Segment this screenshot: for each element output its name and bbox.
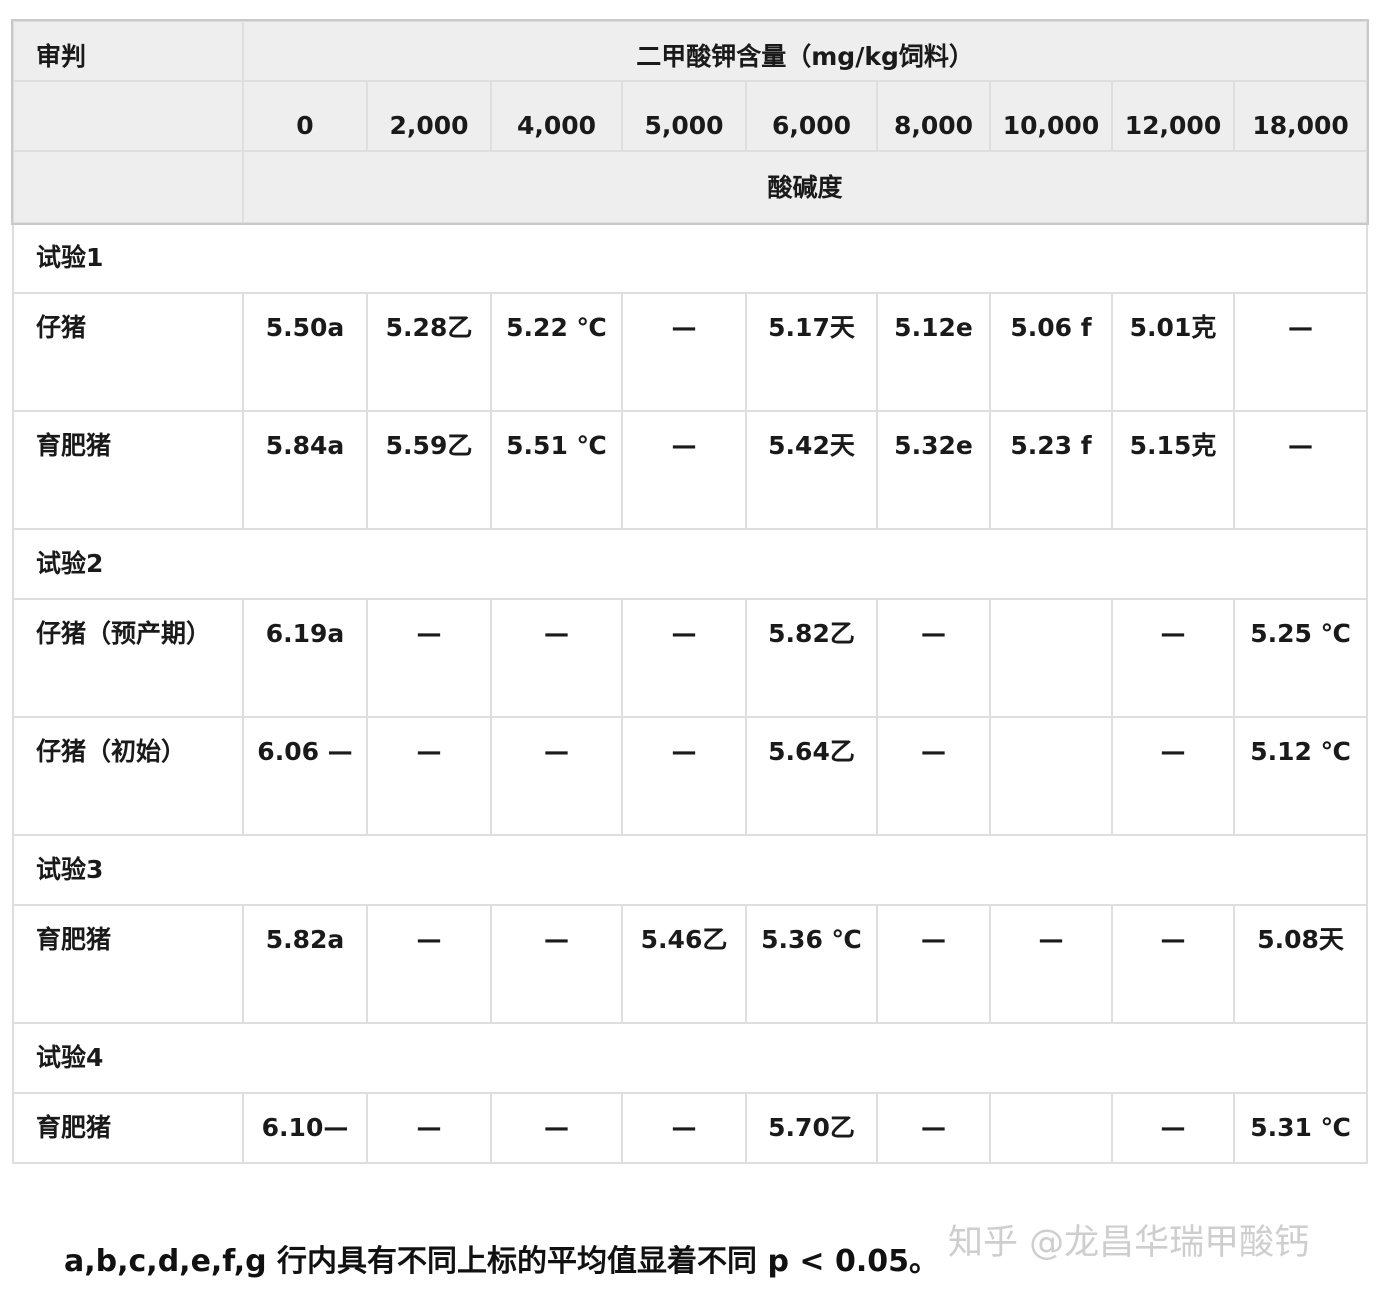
table-cell: 5.22 ℃ (490, 292, 623, 412)
table-cell: — (876, 716, 991, 836)
table-cell: — (1111, 904, 1235, 1024)
section-title: 试验3 (11, 834, 1369, 906)
footnote: a,b,c,d,e,f,g 行内具有不同上标的平均值显着不同 p < 0.05。 (64, 1244, 939, 1279)
table-cell: 5.51 ℃ (490, 410, 623, 530)
dosage-group-header: 二甲酸钾含量（mg/kg饲料） (241, 20, 1369, 82)
table-cell: 5.17天 (745, 292, 878, 412)
table-cell: 5.32e (876, 410, 991, 530)
col-header-7: 12,000 (1111, 80, 1235, 152)
table-cell: — (876, 1092, 991, 1164)
col-header-8: 18,000 (1232, 80, 1369, 152)
table-cell: 6.19a (242, 598, 368, 718)
table-cell: — (490, 598, 623, 718)
table-cell (989, 716, 1113, 836)
table-cell: — (1111, 716, 1235, 836)
section-row: 试验4 (11, 1022, 1369, 1094)
section-title: 试验2 (11, 528, 1369, 600)
table-cell: — (366, 716, 492, 836)
table-cell: — (876, 904, 991, 1024)
table-row: 育肥猪 6.10— — — —5.70乙 — —5.31 ℃ (12, 1092, 1369, 1164)
table-row: 仔猪 5.50a 5.28乙 5.22 ℃ —5.17天 5.12e 5.06 f 5.01克… (12, 292, 1369, 412)
table-cell: — (1111, 1092, 1235, 1164)
table-cell: — (490, 904, 623, 1024)
table-cell: 5.46乙 (621, 904, 747, 1024)
table-cell: — (1111, 598, 1235, 718)
col-header-5: 8,000 (876, 80, 991, 152)
section-row: 试验2 (11, 528, 1369, 600)
table-cell: 5.64乙 (745, 716, 878, 836)
col-header-2: 4,000 (490, 80, 623, 152)
table-cell: — (490, 1092, 623, 1164)
table-cell: 5.06 f (989, 292, 1113, 412)
table-cell: — (490, 716, 623, 836)
table-cell: 5.84a (242, 410, 368, 530)
trial-column-header: 审判 (12, 20, 244, 82)
section-row: 试验3 (11, 834, 1369, 906)
section-title: 试验1 (11, 222, 1369, 294)
table-cell: 5.70乙 (745, 1092, 878, 1164)
row-label: 育肥猪 (12, 410, 244, 530)
table-cell: — (621, 410, 747, 530)
row-label: 育肥猪 (12, 1092, 244, 1164)
table-cell: — (621, 1092, 747, 1164)
col-header-0: 0 (242, 80, 368, 152)
table-cell: 5.25 ℃ (1232, 598, 1369, 718)
col-header-1: 2,000 (366, 80, 492, 152)
table-cell: — (366, 1092, 492, 1164)
table-cell: — (1232, 410, 1369, 530)
results-table: 审判 二甲酸钾含量（mg/kg饲料） 0 2,000 4,000 5,000 6… (10, 19, 1370, 1164)
row-label: 仔猪（预产期） (12, 598, 244, 718)
table-row: 育肥猪 5.82a — —5.46乙 5.36 ℃ — — —5.08天 (12, 904, 1369, 1024)
table-cell: 5.31 ℃ (1232, 1092, 1369, 1164)
table-cell: — (1232, 292, 1369, 412)
col-header-4: 6,000 (745, 80, 878, 152)
table-cell: — (989, 904, 1113, 1024)
table-row: 仔猪（预产期） 6.19a — — —5.82乙 — —5.25 ℃ (12, 598, 1369, 718)
section-row: 试验1 (11, 222, 1369, 294)
table-cell: 5.15克 (1111, 410, 1235, 530)
table-cell: 5.82乙 (745, 598, 878, 718)
table-cell (989, 1092, 1113, 1164)
row-label: 仔猪（初始） (12, 716, 244, 836)
col-header-6: 10,000 (989, 80, 1113, 152)
table-cell: 5.12 ℃ (1232, 716, 1369, 836)
table-cell: 5.23 f (989, 410, 1113, 530)
table-row: 育肥猪 5.84a 5.59乙 5.51 ℃ —5.42天 5.32e 5.23 f 5.15… (12, 410, 1369, 530)
metric-header: 酸碱度 (241, 150, 1369, 224)
table-cell: — (876, 598, 991, 718)
table-cell: 5.28乙 (366, 292, 492, 412)
table-cell: — (621, 292, 747, 412)
watermark: 知乎 @龙昌华瑞甲酸钙 (948, 1223, 1310, 1263)
table-cell: — (366, 904, 492, 1024)
table-cell: — (366, 598, 492, 718)
table-body: 试验1 仔猪 5.50a 5.28乙 5.22 ℃ —5.17天 5.12e 5.06 f 5.… (11, 222, 1369, 1164)
table-cell: 6.10— (242, 1092, 368, 1164)
table-cell: 5.82a (242, 904, 368, 1024)
table-cell: 5.59乙 (366, 410, 492, 530)
table-row: 仔猪（初始） 6.06 — — — —5.64乙 — —5.12 ℃ (12, 716, 1369, 836)
dosage-columns-row: 0 2,000 4,000 5,000 6,000 8,000 10,000 1… (12, 80, 1369, 152)
col-header-3: 5,000 (621, 80, 747, 152)
table-cell: 5.08天 (1232, 904, 1369, 1024)
table-cell: 5.01克 (1111, 292, 1235, 412)
table-cell: 5.36 ℃ (745, 904, 878, 1024)
table-cell (989, 598, 1113, 718)
table-cell: 5.42天 (745, 410, 878, 530)
table-cell: 6.06 — (242, 716, 368, 836)
table-cell: 5.50a (242, 292, 368, 412)
table-cell: — (621, 598, 747, 718)
section-title: 试验4 (11, 1022, 1369, 1094)
row-label: 仔猪 (12, 292, 244, 412)
table-cell: 5.12e (876, 292, 991, 412)
table-cell: — (621, 716, 747, 836)
table-header: 审判 二甲酸钾含量（mg/kg饲料） 0 2,000 4,000 5,000 6… (10, 19, 1370, 225)
row-label: 育肥猪 (12, 904, 244, 1024)
